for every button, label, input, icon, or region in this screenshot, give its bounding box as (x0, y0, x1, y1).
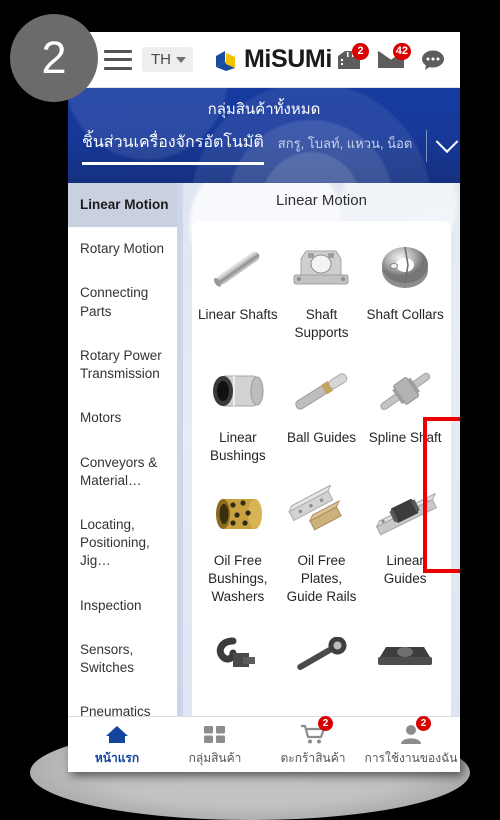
product-label: Ball Guides (286, 429, 357, 445)
header-icon-group: 2 42 (334, 42, 448, 74)
user-account-icon: 2 (362, 716, 460, 747)
nav-label: กลุ่มสินค้า (188, 751, 242, 765)
mail-badge: 42 (392, 42, 411, 60)
tab-automation-parts[interactable]: ชิ้นส่วนเครื่องจักรอัตโนมัติ (82, 130, 264, 165)
phone-screen: TH MiSUMi 2 42 กลุ่มสินค้าทั้งหมด ชิ้นส่… (68, 32, 460, 772)
sidebar-item-rotary-power-transmission[interactable]: Rotary Power Transmission (68, 334, 183, 396)
bottom-navigation-bar: หน้าแรก กลุ่มสินค้า 2 ตะกร้าสินค้า 2 การ… (68, 716, 460, 772)
nav-label: ตะกร้าสินค้า (280, 751, 346, 765)
sidebar-item-conveyors-material[interactable]: Conveyors & Material… (68, 441, 183, 503)
language-code-label: TH (151, 51, 171, 68)
product-tile-spline-shaft[interactable]: Spline Shaft (363, 354, 447, 475)
language-selector[interactable]: TH (142, 47, 193, 72)
shaft-support-thumb (282, 237, 362, 299)
brand-name-label: MiSUMi (244, 45, 332, 73)
product-tile-oil-free-bushings[interactable]: Oil Free Bushings, Washers (196, 477, 280, 616)
product-tile-oil-free-plates[interactable]: Oil Free Plates, Guide Rails (280, 477, 364, 616)
sidebar-item-rotary-motion[interactable]: Rotary Motion (68, 227, 183, 271)
sidebar-item-linear-motion[interactable]: Linear Motion (68, 183, 183, 228)
linear-guide-thumb (365, 483, 445, 545)
nav-item-home[interactable]: หน้าแรก (68, 721, 166, 768)
banner-expand-button[interactable] (426, 130, 459, 162)
product-label: Linear Shafts (198, 307, 278, 322)
product-grid: Linear Shafts Shaft Supports Shaft Colla… (196, 231, 447, 703)
product-label: Shaft Supports (294, 307, 349, 340)
ball-guide-thumb (282, 360, 362, 422)
nav-label: หน้าแรก (94, 751, 140, 765)
product-tile-shaft-supports[interactable]: Shaft Supports (280, 231, 364, 352)
screenshot-stage: 2 TH MiSUMi 2 42 กลุ่มสินค้าทั้งหมด ชิ้น… (0, 0, 500, 820)
nav-item-cart[interactable]: 2 ตะกร้าสินค้า (264, 716, 362, 768)
mail-envelope-icon[interactable]: 42 (376, 42, 411, 74)
clamp-lever-thumb (198, 624, 278, 686)
rod-end-thumb (282, 624, 362, 686)
nav-label: การใช้งานของฉัน (364, 751, 458, 765)
bearing-block-thumb (365, 624, 445, 686)
sidebar-item-motors[interactable]: Motors (68, 396, 183, 440)
cart-badge: 2 (318, 716, 333, 731)
grid-categories-icon (166, 721, 264, 747)
product-tile-shaft-collars[interactable]: Shaft Collars (363, 231, 447, 352)
account-badge: 2 (416, 716, 431, 731)
quotes-box-icon[interactable]: 2 (334, 42, 369, 74)
product-label: Oil Free Plates, Guide Rails (286, 552, 357, 604)
misumi-cube-logo (216, 50, 235, 71)
banner-title: กลุ่มสินค้าทั้งหมด (207, 101, 321, 118)
chevron-down-icon (176, 56, 186, 63)
product-panel: Linear Motion Linear Shafts Shaft Suppor… (183, 183, 460, 716)
product-label: Spline Shaft (368, 429, 442, 445)
app-header: TH MiSUMi 2 42 (68, 32, 460, 88)
product-tile-linear-bushings[interactable]: Linear Bushings (196, 354, 280, 475)
misumi-logo[interactable]: MiSUMi (213, 45, 332, 74)
linear-shaft-thumb (198, 237, 278, 299)
content-area: Linear Motion Rotary Motion Connecting P… (68, 183, 460, 716)
hamburger-menu-icon[interactable] (104, 49, 132, 70)
shopping-cart-icon: 2 (264, 716, 362, 747)
nav-item-categories[interactable]: กลุ่มสินค้า (166, 721, 264, 768)
product-tile-bearing-block[interactable] (363, 618, 447, 703)
product-tile-ball-guides[interactable]: Ball Guides (280, 354, 364, 475)
product-card: Linear Shafts Shaft Supports Shaft Colla… (192, 221, 451, 716)
sidebar-item-inspection[interactable]: Inspection (68, 584, 183, 628)
chat-bubble-icon[interactable] (418, 46, 448, 74)
product-label: Linear Bushings (210, 429, 266, 463)
category-banner: กลุ่มสินค้าทั้งหมด ชิ้นส่วนเครื่องจักรอั… (68, 88, 460, 183)
product-label: Oil Free Bushings, Washers (208, 552, 268, 604)
step-number-badge: 2 (10, 14, 98, 102)
product-tile-linear-guides[interactable]: Linear Guides (363, 477, 447, 616)
chevron-down-icon (435, 130, 459, 154)
nav-item-account[interactable]: 2 การใช้งานของฉัน (362, 716, 460, 768)
shaft-collar-thumb (365, 237, 445, 299)
quotes-badge: 2 (352, 42, 369, 60)
tab-fasteners[interactable]: สกรู, โบลท์, แหวน, น็อต (278, 130, 413, 154)
banner-tab-group: ชิ้นส่วนเครื่องจักรอัตโนมัติ สกรู, โบลท์… (82, 130, 459, 165)
product-tile-rod-end[interactable] (280, 618, 364, 703)
sidebar-item-connecting-parts[interactable]: Connecting Parts (68, 271, 183, 333)
product-tile-clamp-lever[interactable] (196, 618, 280, 703)
spline-shaft-thumb (365, 360, 445, 422)
panel-title: Linear Motion (276, 192, 367, 209)
product-tile-linear-shafts[interactable]: Linear Shafts (196, 231, 280, 352)
product-label: Shaft Collars (366, 307, 444, 322)
sidebar-item-locating-positioning-jig[interactable]: Locating, Positioning, Jig… (68, 503, 183, 584)
oil-free-bushing-thumb (198, 483, 278, 545)
home-icon (68, 721, 166, 747)
product-label: Linear Guides (383, 552, 427, 586)
linear-bushing-thumb (198, 360, 278, 422)
sidebar-item-sensors-switches[interactable]: Sensors, Switches (68, 628, 183, 690)
sidebar-item-pneumatics[interactable]: Pneumatics (68, 690, 183, 716)
category-sidebar: Linear Motion Rotary Motion Connecting P… (68, 183, 183, 716)
oil-free-plate-thumb (282, 483, 362, 545)
